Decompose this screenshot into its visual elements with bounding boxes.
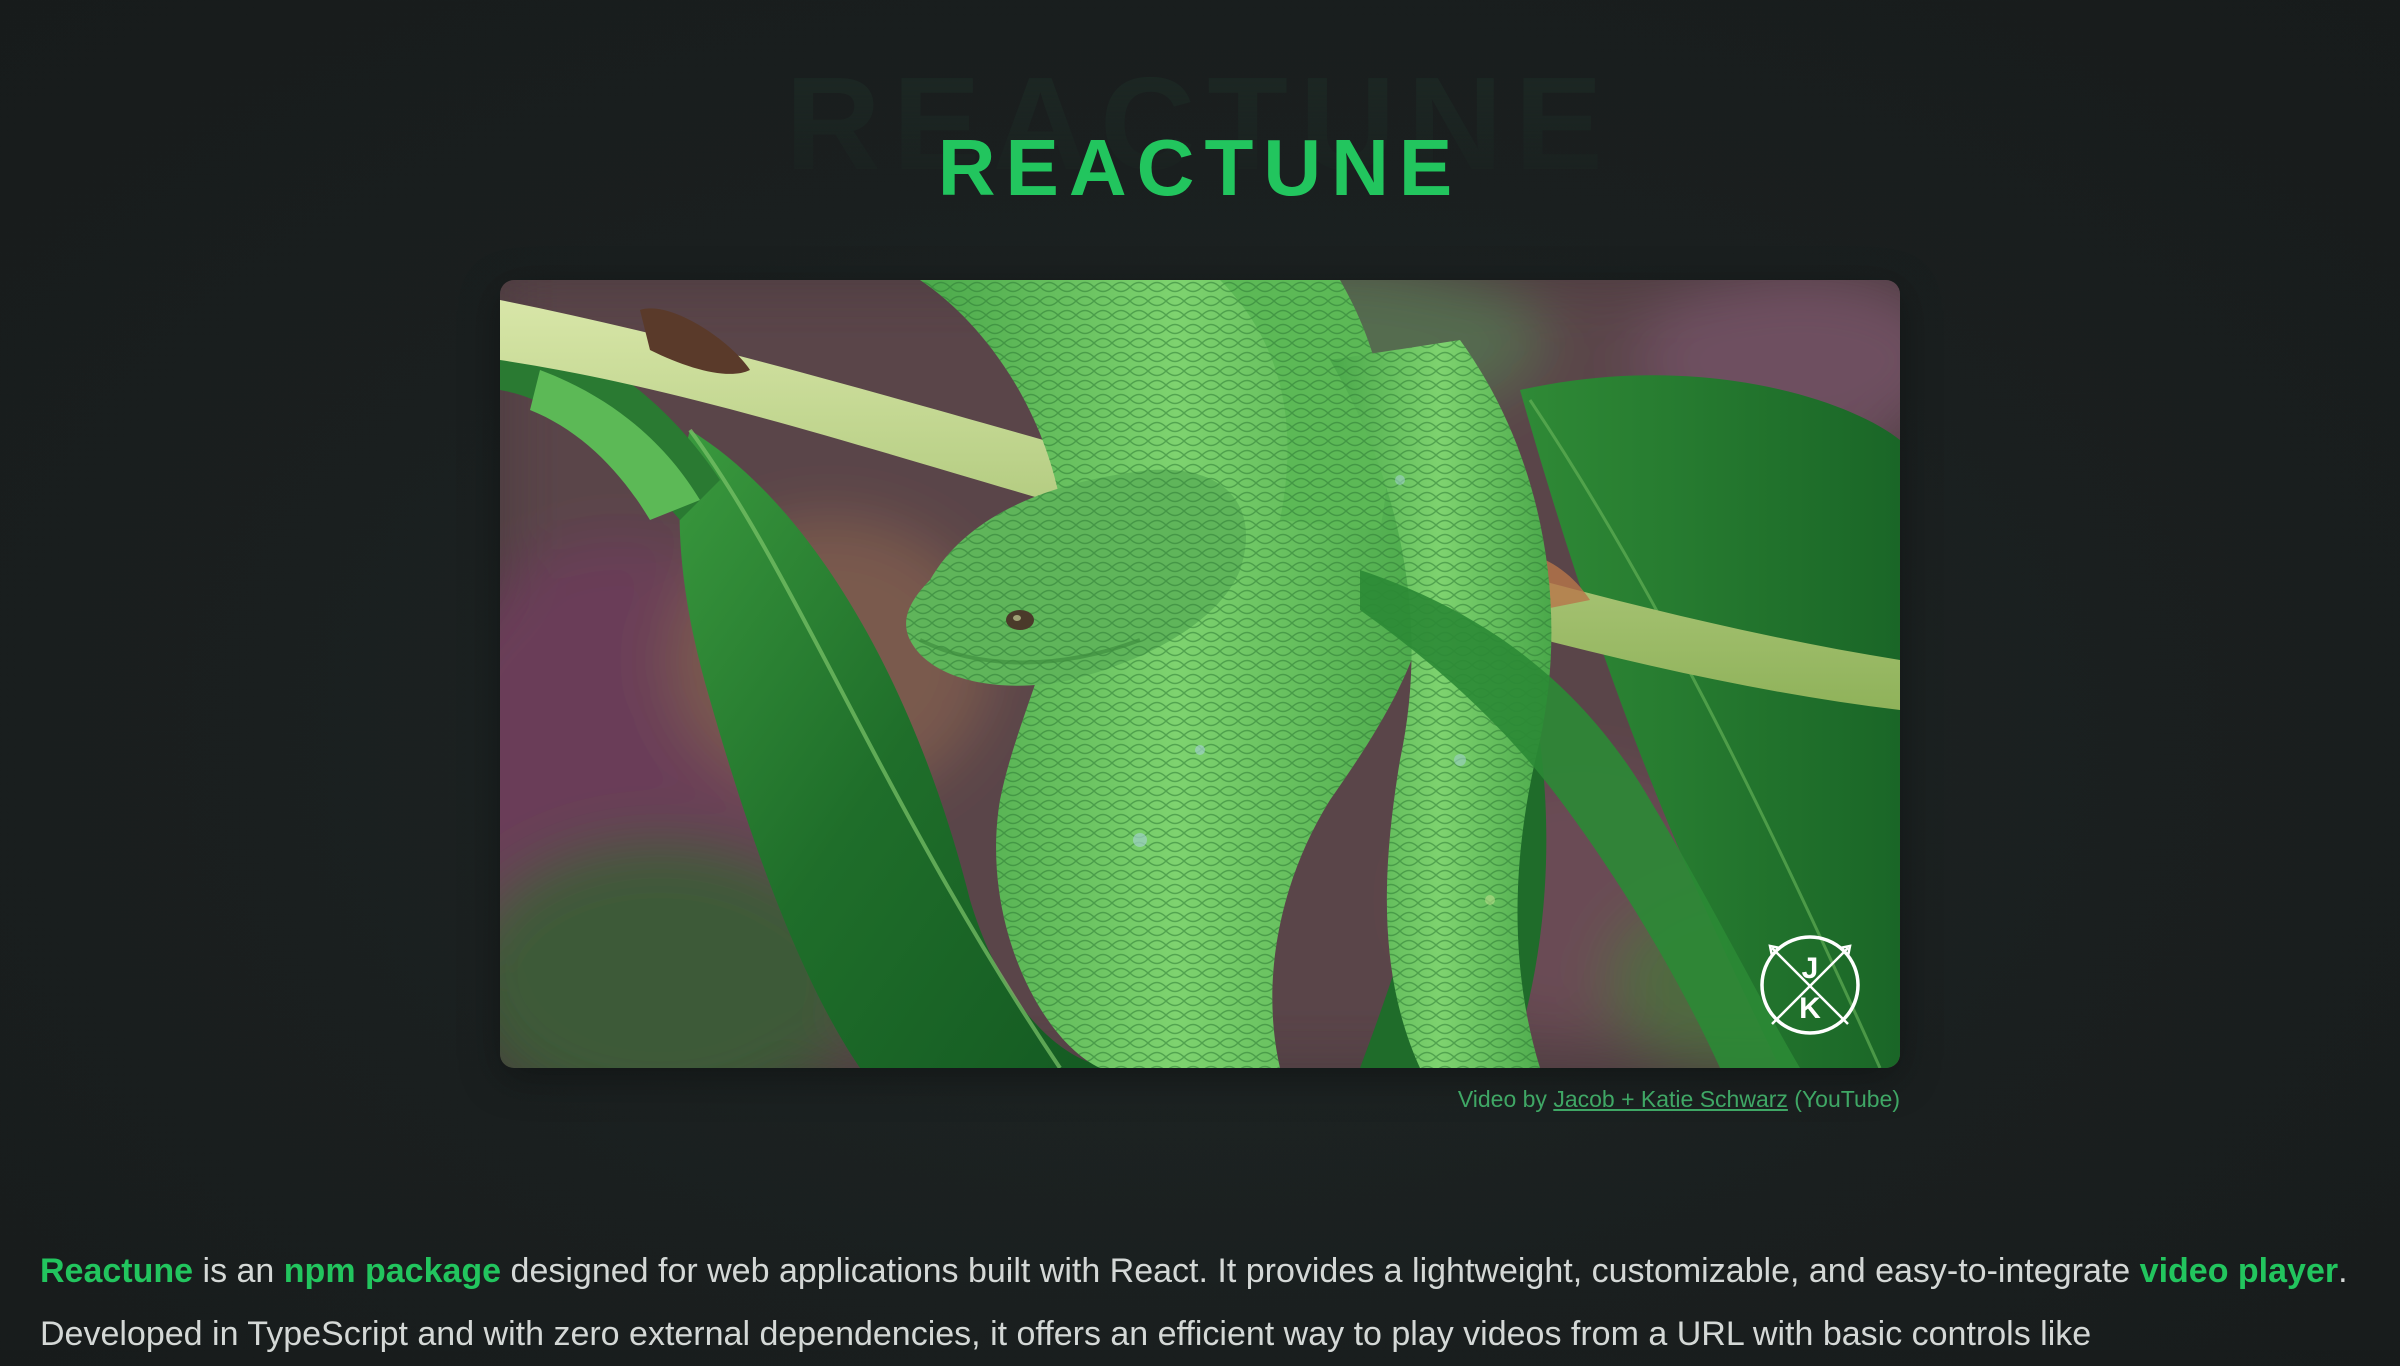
description-paragraph: Reactune is an npm package designed for …: [40, 1240, 2370, 1366]
hero-header: REACTUNE REACTUNE: [0, 0, 2400, 240]
page-title: REACTUNE: [937, 123, 1463, 212]
video-frame-image: J K: [500, 280, 1900, 1068]
watermark-letter-top: J: [1802, 952, 1819, 985]
description-highlight-video-player: video player: [2139, 1252, 2339, 1290]
page: REACTUNE REACTUNE J K Video by Jacob + K…: [0, 0, 2400, 1354]
credit-suffix: (YouTube): [1787, 1086, 1900, 1112]
video-credit: Video by Jacob + Katie Schwarz (YouTube): [500, 1086, 1900, 1113]
description-highlight-reactune: Reactune: [40, 1252, 194, 1290]
description-text: is an: [193, 1252, 284, 1290]
credit-author-link[interactable]: Jacob + Katie Schwarz: [1553, 1086, 1788, 1112]
description-text: designed for web applications built with…: [501, 1252, 2140, 1290]
watermark-letter-bottom: K: [1799, 992, 1821, 1025]
credit-prefix: Video by: [1457, 1086, 1554, 1112]
description-highlight-npm: npm package: [283, 1252, 502, 1290]
video-player[interactable]: J K: [500, 280, 1900, 1068]
